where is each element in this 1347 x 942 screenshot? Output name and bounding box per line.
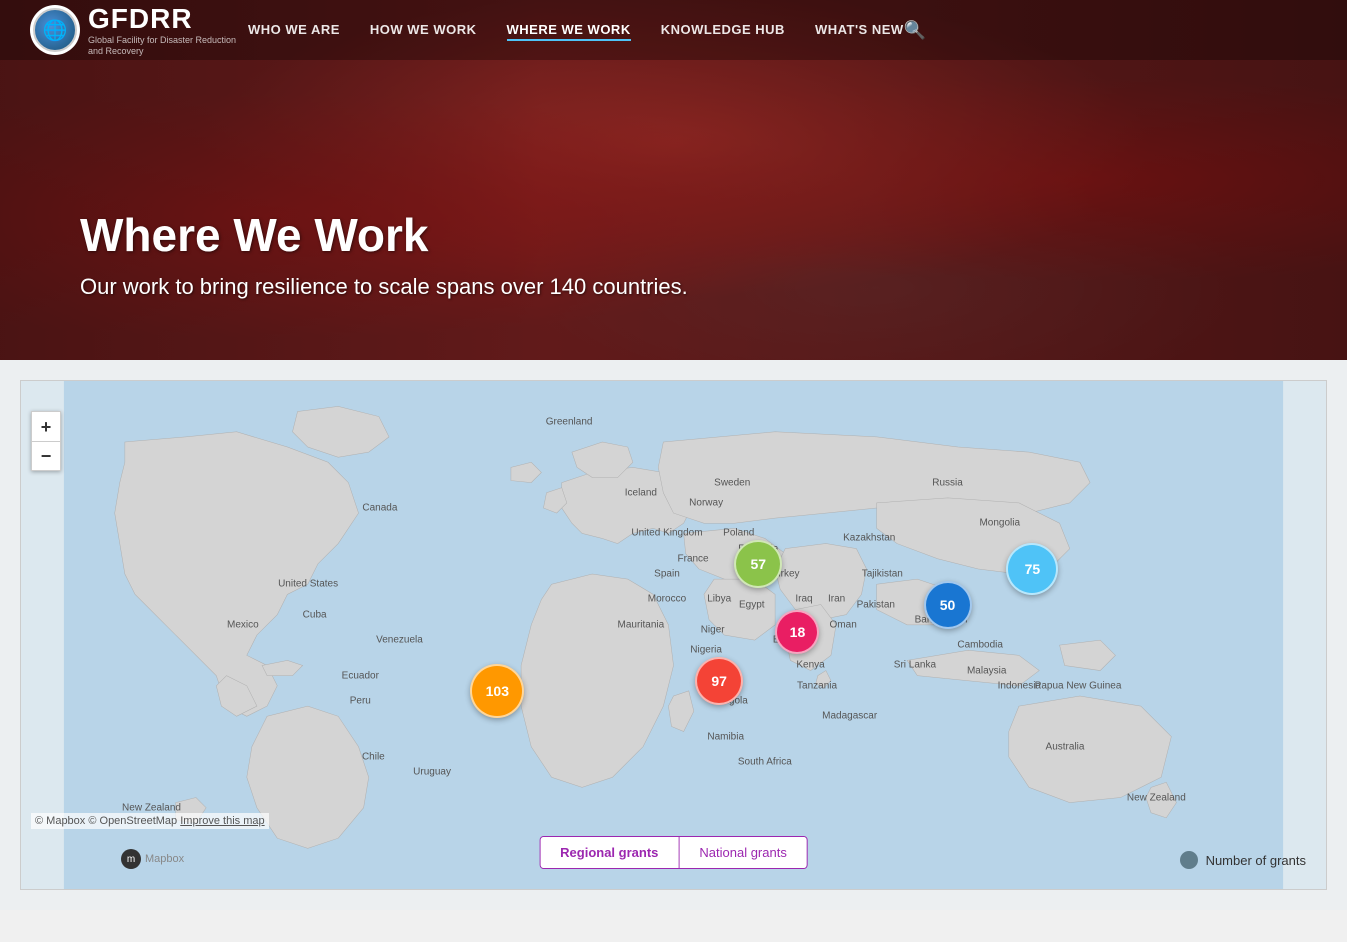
logo-circle: 🌐	[30, 5, 80, 55]
logo-subtext: Global Facility for Disaster Reduction a…	[88, 35, 248, 57]
nav-links: WHO WE ARE HOW WE WORK WHERE WE WORK KNOWLE…	[248, 21, 904, 39]
nav-link[interactable]: WHAT'S NEW	[815, 22, 904, 37]
nav-link[interactable]: WHO WE ARE	[248, 22, 340, 37]
legend-label: Number of grants	[1206, 853, 1306, 868]
globe-icon: 🌐	[33, 8, 77, 52]
toggle-national-grants[interactable]: National grants	[679, 837, 806, 868]
map-attribution: © Mapbox © OpenStreetMap Improve this ma…	[31, 813, 269, 829]
nav-item[interactable]: WHO WE ARE	[248, 21, 340, 39]
zoom-out-button[interactable]: −	[31, 441, 61, 471]
nav-link[interactable]: HOW WE WORK	[370, 22, 477, 37]
map-controls: + −	[31, 411, 61, 471]
mapbox-logo: m Mapbox	[121, 849, 184, 869]
map-toggles: Regional grantsNational grants	[539, 836, 808, 869]
logo-area[interactable]: 🌐 GFDRR Global Facility for Disaster Red…	[30, 3, 248, 57]
logo-name-block: GFDRR Global Facility for Disaster Reduc…	[88, 3, 248, 57]
map-section: © Mapbox © OpenStreetMap Improve this ma…	[0, 360, 1347, 910]
nav-link[interactable]: KNOWLEDGE HUB	[661, 22, 785, 37]
toggle-regional-grants[interactable]: Regional grants	[540, 837, 679, 868]
nav-item[interactable]: HOW WE WORK	[370, 21, 477, 39]
mapbox-icon: m	[121, 849, 141, 869]
nav-link[interactable]: WHERE WE WORK	[507, 22, 631, 41]
zoom-in-button[interactable]: +	[31, 411, 61, 441]
hero-title: Where We Work	[80, 208, 688, 262]
navigation: 🌐 GFDRR Global Facility for Disaster Red…	[0, 0, 1347, 60]
legend-dot	[1180, 851, 1198, 869]
mapbox-label: Mapbox	[145, 853, 184, 865]
search-icon[interactable]: 🔍	[904, 20, 926, 41]
map-container: © Mapbox © OpenStreetMap Improve this ma…	[20, 380, 1327, 890]
header: 🌐 GFDRR Global Facility for Disaster Red…	[0, 0, 1347, 360]
hero-content: Where We Work Our work to bring resilien…	[80, 208, 688, 300]
nav-item[interactable]: WHAT'S NEW	[815, 21, 904, 39]
nav-item[interactable]: WHERE WE WORK	[507, 21, 631, 39]
logo-text: GFDRR	[88, 3, 248, 35]
nav-item[interactable]: KNOWLEDGE HUB	[661, 21, 785, 39]
map-legend: Number of grants	[1180, 851, 1306, 869]
improve-map-link[interactable]: Improve this map	[180, 815, 264, 827]
hero-subtitle: Our work to bring resilience to scale sp…	[80, 274, 688, 300]
